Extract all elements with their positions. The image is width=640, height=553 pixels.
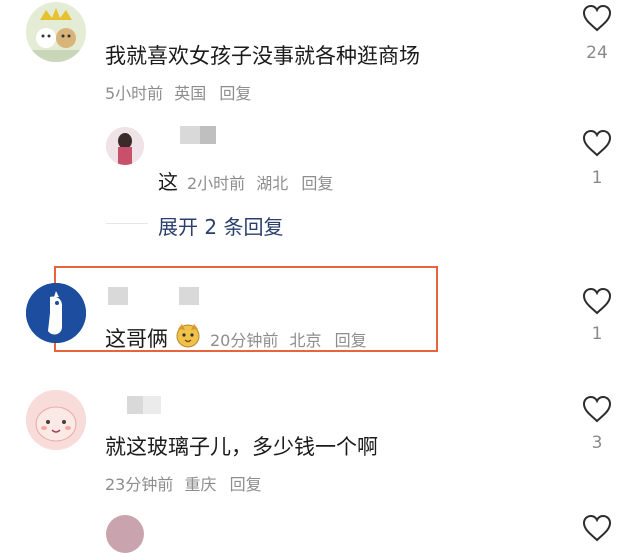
username-redacted xyxy=(200,126,216,144)
divider xyxy=(106,223,148,224)
comment-time: 20分钟前 xyxy=(210,331,279,350)
comment-meta: 2小时前 湖北 回复 xyxy=(187,170,339,194)
comment-text: 就这玻璃子儿，多少钱一个啊 xyxy=(105,435,378,459)
like-count: 3 xyxy=(591,433,603,453)
reply-button[interactable]: 回复 xyxy=(219,84,251,103)
comment-text: 这 xyxy=(158,170,178,194)
username-redacted xyxy=(108,287,128,305)
comment-text: 这哥俩 xyxy=(105,323,168,353)
comment-location: 英国 xyxy=(174,84,207,103)
comment-meta: 23分钟前 重庆 回复 xyxy=(105,471,268,495)
heart-outline-icon[interactable] xyxy=(582,514,612,542)
avatar[interactable] xyxy=(106,127,144,165)
comment-location: 湖北 xyxy=(256,174,289,193)
reply-button[interactable]: 回复 xyxy=(301,174,333,193)
like-count: 1 xyxy=(591,168,603,188)
heart-outline-icon[interactable] xyxy=(582,395,612,423)
like-count: 24 xyxy=(586,43,608,63)
like-count: 1 xyxy=(591,324,603,344)
comment-meta: 20分钟前 北京 回复 xyxy=(210,327,373,351)
avatar[interactable] xyxy=(26,2,86,62)
username-redacted xyxy=(127,396,143,414)
username-redacted xyxy=(179,287,199,305)
comment-text: 我就喜欢女孩子没事就各种逛商场 xyxy=(105,44,420,68)
username-redacted xyxy=(180,126,200,144)
username-redacted xyxy=(143,396,161,414)
heart-outline-icon[interactable] xyxy=(582,4,612,32)
avatar[interactable] xyxy=(26,390,86,450)
comment-location: 重庆 xyxy=(184,475,217,494)
reply-button[interactable]: 回复 xyxy=(335,331,367,350)
comment-time: 2小时前 xyxy=(187,174,246,193)
avatar[interactable] xyxy=(26,283,86,343)
reply-button[interactable]: 回复 xyxy=(230,475,262,494)
comment-time: 23分钟前 xyxy=(105,475,174,494)
emoji-dog-icon xyxy=(176,324,200,348)
heart-outline-icon[interactable] xyxy=(582,129,612,157)
comment-text-content: 这哥俩 xyxy=(105,327,168,351)
avatar[interactable] xyxy=(106,515,144,553)
comment-location: 北京 xyxy=(289,331,322,350)
heart-outline-icon[interactable] xyxy=(582,287,612,315)
expand-replies-button[interactable]: 展开 2 条回复 xyxy=(158,211,283,240)
comment-meta: 5小时前 英国 回复 xyxy=(105,80,257,104)
comment-time: 5小时前 xyxy=(105,84,164,103)
